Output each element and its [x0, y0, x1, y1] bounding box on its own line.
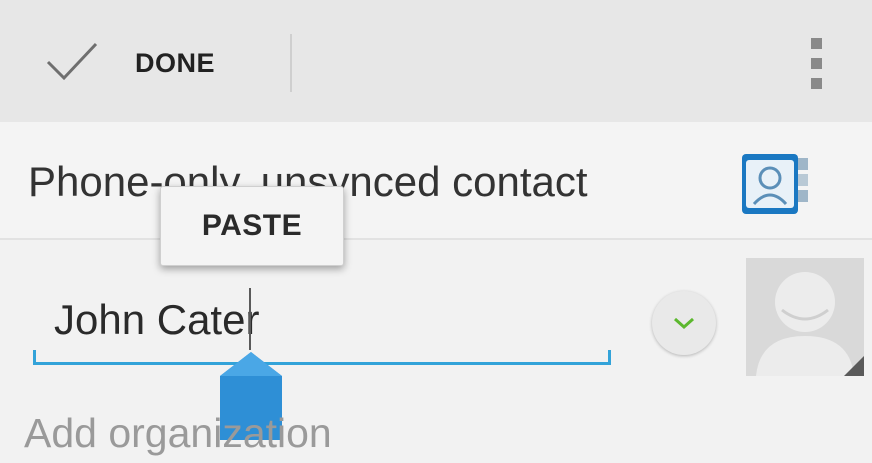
action-bar-divider: [290, 34, 292, 92]
add-organization-link[interactable]: Add organization: [24, 410, 332, 457]
contact-editor-screen: DONE Phone-only, unsynced contact John C…: [0, 0, 872, 463]
overflow-menu-button[interactable]: [796, 30, 840, 96]
expand-name-fields-button[interactable]: [652, 291, 716, 355]
section-divider: [0, 238, 872, 240]
paste-label: PASTE: [201, 209, 303, 242]
name-field-underline: [33, 362, 611, 365]
done-label: DONE: [135, 48, 216, 78]
account-row: Phone-only, unsynced contact: [0, 122, 872, 240]
action-bar: DONE: [0, 0, 872, 122]
default-avatar-icon: [746, 258, 864, 376]
name-field[interactable]: [36, 290, 614, 350]
paste-popup[interactable]: PASTE: [160, 186, 344, 266]
contacts-app-icon: [742, 154, 808, 214]
name-field-underline-edge-left: [33, 350, 36, 365]
chevron-down-icon: [674, 317, 694, 330]
done-button[interactable]: DONE: [30, 22, 260, 102]
overflow-menu-icon-dot: [811, 58, 822, 69]
check-icon: [46, 42, 98, 81]
overflow-menu-icon: [811, 38, 822, 49]
overflow-menu-icon-dot: [811, 78, 822, 89]
contact-photo[interactable]: [746, 258, 864, 376]
text-cursor: [249, 288, 251, 350]
name-field-underline-edge-right: [608, 350, 611, 365]
